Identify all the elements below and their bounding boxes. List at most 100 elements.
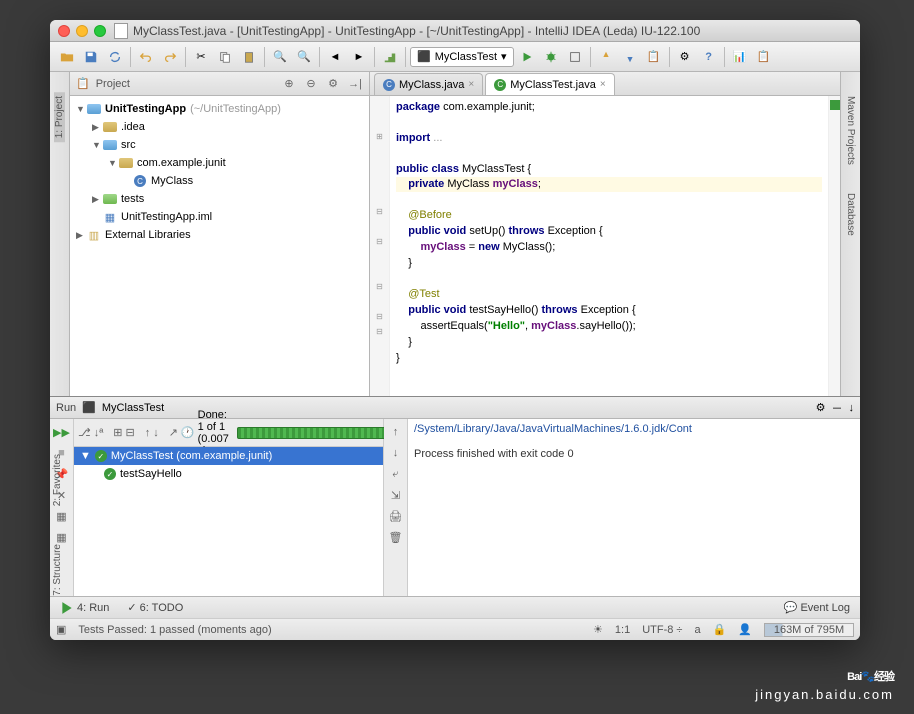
down-icon[interactable]: ↓ — [387, 444, 405, 462]
find-icon[interactable]: 🔍 — [269, 46, 291, 68]
close-window-button[interactable] — [58, 25, 70, 37]
test-tree[interactable]: ▼ ✓ MyClassTest (com.example.junit) ✓ te… — [74, 447, 383, 596]
expand-all-icon[interactable]: ⊞ — [113, 424, 122, 442]
paste-icon[interactable] — [238, 46, 260, 68]
save-icon[interactable] — [80, 46, 102, 68]
editor-error-stripe[interactable] — [828, 96, 840, 396]
cut-icon[interactable]: ✂ — [190, 46, 212, 68]
undo-icon[interactable] — [135, 46, 157, 68]
clear-icon[interactable]: 🗑 — [387, 528, 405, 546]
minimize-panel-icon[interactable]: － — [832, 400, 843, 416]
run-config-name: MyClassTest — [102, 402, 164, 414]
fold-start-icon[interactable]: ⊟ — [370, 279, 389, 294]
editor-gutter[interactable]: ⊞ ⊟ ⊟ ⊟ ⊟ ⊟ — [370, 96, 390, 396]
ant-icon[interactable]: 📋 — [753, 46, 775, 68]
gear-icon[interactable]: ⚙ — [816, 401, 826, 414]
todo-tool-button[interactable]: ✓6: TODO — [123, 599, 187, 616]
main-area: 1: Project 📋 Project ⊕ ⊖ ⚙ →| ▼ UnitTest… — [50, 72, 860, 396]
tab-myclasstest[interactable]: C MyClassTest.java × — [485, 73, 614, 95]
open-icon[interactable] — [56, 46, 78, 68]
vcs-log-icon[interactable]: 📋 — [643, 46, 665, 68]
coverage-icon[interactable] — [564, 46, 586, 68]
watermark-url: jingyan.baidu.com — [755, 687, 894, 702]
test-class-icon: C — [494, 79, 506, 91]
highlight-level-icon[interactable]: ☀ — [593, 623, 603, 636]
prev-icon[interactable]: ↑ — [145, 424, 151, 442]
expand-icon[interactable]: ⊞ — [370, 129, 389, 144]
favorites-tool-button[interactable]: 2: Favorites — [52, 450, 63, 510]
close-tab-icon[interactable]: × — [600, 79, 606, 90]
hector-icon[interactable]: 👤 — [738, 623, 752, 636]
insert-mode-icon[interactable]: a — [694, 624, 700, 636]
fold-end-icon[interactable]: ⊟ — [370, 234, 389, 249]
hide-panel-icon[interactable]: ↓ — [849, 402, 855, 414]
redo-icon[interactable] — [159, 46, 181, 68]
run-panel: Run ⬛ MyClassTest ⚙ － ↓ ▶▶ ■ 📌 ✕ ▦ ▦ ⎇ ↓… — [50, 396, 860, 596]
code-editor[interactable]: package com.example.junit; import ... pu… — [390, 96, 828, 396]
run-icon[interactable] — [516, 46, 538, 68]
hide-icon[interactable]: →| — [347, 76, 363, 92]
structure-tool-button[interactable]: 7: Structure — [52, 540, 63, 600]
fold-end-icon[interactable]: ⊟ — [370, 324, 389, 339]
lock-icon[interactable]: 🔒 — [713, 623, 727, 636]
tree-package[interactable]: ▼ com.example.junit — [70, 154, 369, 172]
vcs-icon[interactable] — [595, 46, 617, 68]
sort-icon[interactable]: ↓ª — [94, 424, 104, 442]
export-icon[interactable]: ↗ — [169, 424, 178, 442]
debug-icon[interactable] — [540, 46, 562, 68]
help-icon[interactable]: ? — [698, 46, 720, 68]
build-icon[interactable] — [379, 46, 401, 68]
gear-icon[interactable]: ⚙ — [325, 76, 341, 92]
test-class-node[interactable]: ▼ ✓ MyClassTest (com.example.junit) — [74, 447, 383, 465]
encoding-selector[interactable]: UTF-8 ÷ — [642, 624, 682, 636]
tree-folder-tests[interactable]: ▶ tests — [70, 190, 369, 208]
database-tool-button[interactable]: Database — [845, 189, 856, 240]
project-tool-button[interactable]: 1: Project — [54, 92, 65, 142]
next-icon[interactable]: ↓ — [153, 424, 159, 442]
structure-icon[interactable]: 📊 — [729, 46, 751, 68]
tree-folder-src[interactable]: ▼ src — [70, 136, 369, 154]
tree-root[interactable]: ▼ UnitTestingApp (~/UnitTestingApp) — [70, 100, 369, 118]
close-tab-icon[interactable]: × — [468, 79, 474, 90]
filter-pass-icon[interactable]: ⎇ — [78, 424, 91, 442]
caret-position[interactable]: 1:1 — [615, 624, 630, 636]
vcs-update-icon[interactable] — [619, 46, 641, 68]
tab-label: MyClassTest.java — [510, 79, 596, 91]
zoom-window-button[interactable] — [94, 25, 106, 37]
project-tree[interactable]: ▼ UnitTestingApp (~/UnitTestingApp) ▶ .i… — [70, 96, 369, 396]
test-method-node[interactable]: ✓ testSayHello — [74, 465, 383, 483]
collapse-icon[interactable]: ⊕ — [281, 76, 297, 92]
tree-external-libs[interactable]: ▶▥ External Libraries — [70, 226, 369, 244]
collapse-all-icon[interactable]: ⊟ — [125, 424, 134, 442]
maven-tool-button[interactable]: Maven Projects — [845, 92, 856, 169]
forward-icon[interactable]: ► — [348, 46, 370, 68]
editor-body[interactable]: ⊞ ⊟ ⊟ ⊟ ⊟ ⊟ package com.example.junit; i… — [370, 96, 840, 396]
toggle-tool-windows-icon[interactable]: ▣ — [56, 623, 66, 636]
memory-indicator[interactable]: 163M of 795M — [764, 623, 854, 637]
rerun-icon[interactable]: ▶▶ — [53, 423, 71, 441]
tree-folder-idea[interactable]: ▶ .idea — [70, 118, 369, 136]
run-tool-button[interactable]: 4: Run — [56, 599, 113, 617]
run-config-dropdown[interactable]: ⬛ MyClassTest ▾ — [410, 47, 514, 67]
replace-icon[interactable]: 🔍 — [293, 46, 315, 68]
tree-class[interactable]: C MyClass — [70, 172, 369, 190]
sync-icon[interactable] — [104, 46, 126, 68]
tree-iml-file[interactable]: ▦ UnitTestingApp.iml — [70, 208, 369, 226]
tab-myclass[interactable]: C MyClass.java × — [374, 73, 483, 95]
up-icon[interactable]: ↑ — [387, 423, 405, 441]
event-log-button[interactable]: 💬Event Log — [780, 599, 854, 616]
minimize-window-button[interactable] — [76, 25, 88, 37]
wrap-icon[interactable]: ⤶ — [387, 465, 405, 483]
fold-start-icon[interactable]: ⊟ — [370, 204, 389, 219]
tree-label: src — [121, 139, 136, 151]
back-icon[interactable]: ◄ — [324, 46, 346, 68]
scroll-icon[interactable]: ⇲ — [387, 486, 405, 504]
copy-icon[interactable] — [214, 46, 236, 68]
settings-icon[interactable]: ⚙ — [674, 46, 696, 68]
target-icon[interactable]: ⊖ — [303, 76, 319, 92]
fold-end-icon[interactable]: ⊟ — [370, 309, 389, 324]
print-icon[interactable]: 🖨 — [387, 507, 405, 525]
console-area: ↑ ↓ ⤶ ⇲ 🖨 🗑 /System/Library/Java/JavaVir… — [384, 419, 860, 596]
console-output[interactable]: /System/Library/Java/JavaVirtualMachines… — [408, 419, 860, 596]
history-icon[interactable]: 🕐 — [181, 424, 195, 442]
